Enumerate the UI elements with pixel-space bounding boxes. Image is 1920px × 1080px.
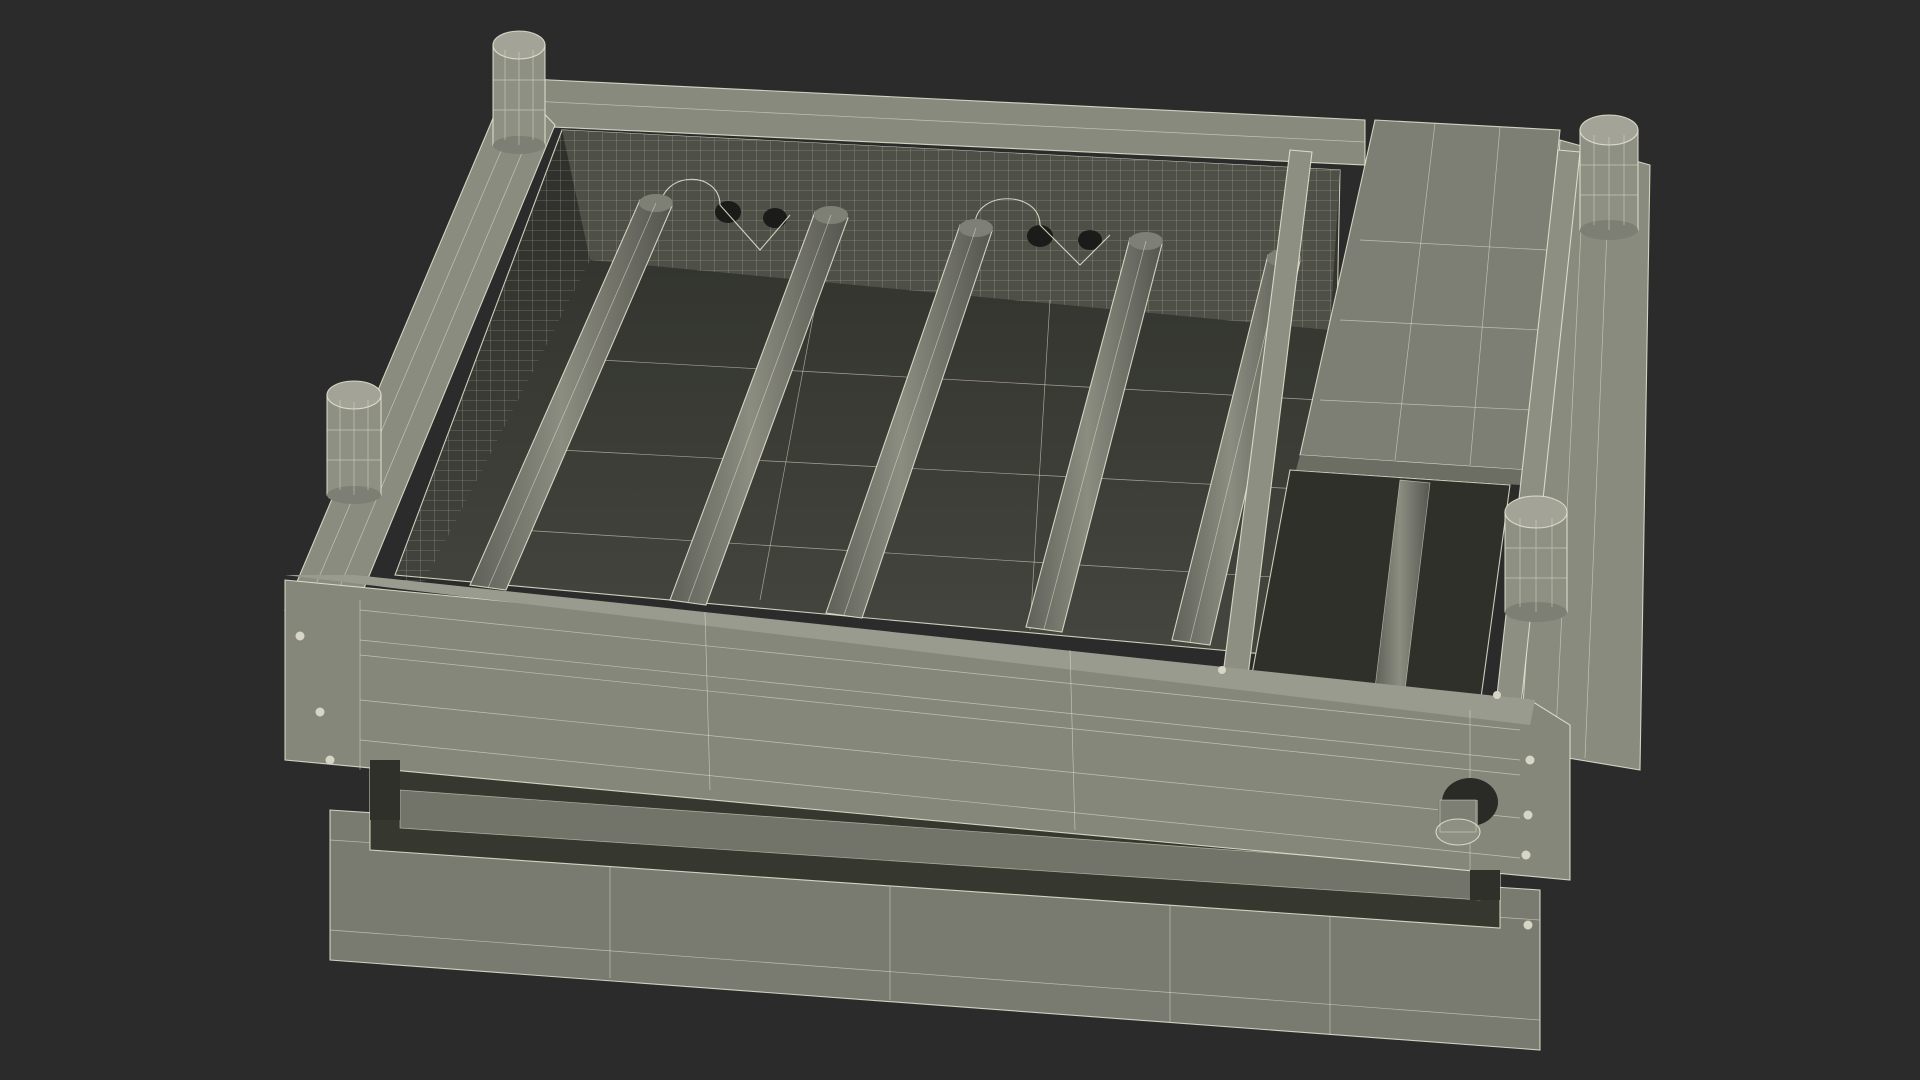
leg-front-left <box>326 380 382 504</box>
leg-back-right <box>1579 114 1639 240</box>
wireframe-render <box>284 30 1651 1051</box>
leg-back-left <box>492 30 546 154</box>
leg-front-right <box>1504 495 1568 622</box>
